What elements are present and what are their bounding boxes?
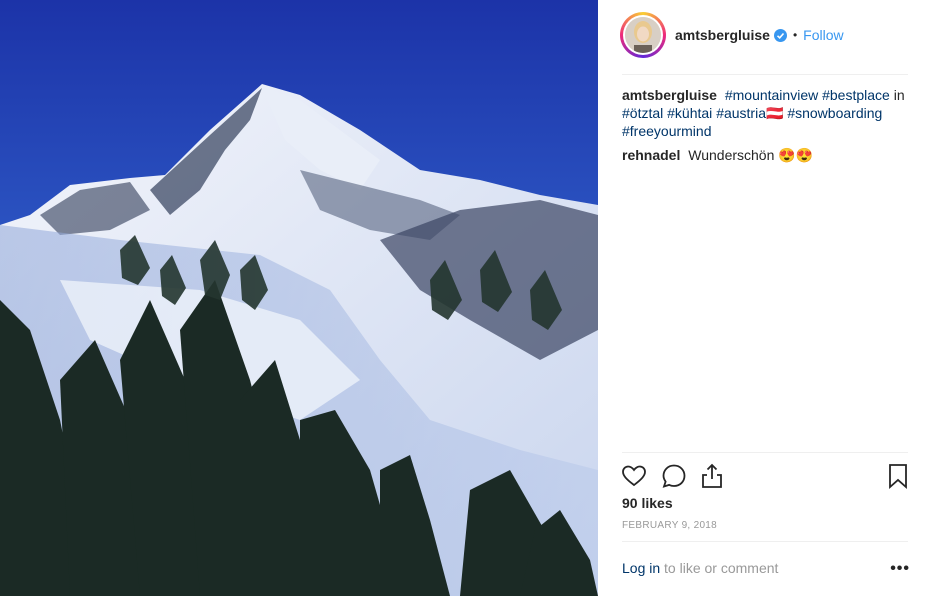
likes-count[interactable]: 90 likes: [622, 495, 673, 511]
hashtag-link[interactable]: #freeyourmind: [622, 123, 712, 139]
hashtag-link[interactable]: #mountainview: [725, 87, 818, 103]
comment-text: Wunderschön 😍😍: [688, 147, 814, 163]
comment-item: rehnadel Wunderschön 😍😍: [622, 146, 912, 164]
actions-divider: [622, 452, 908, 453]
avatar: [625, 17, 661, 53]
more-options-icon[interactable]: •••: [890, 560, 910, 578]
comments-list: amtsbergluise #mountainview #bestplace i…: [622, 86, 912, 170]
bookmark-icon[interactable]: [884, 462, 912, 490]
profile-photo-icon: [625, 17, 661, 53]
share-icon[interactable]: [698, 462, 726, 490]
comment-username[interactable]: rehnadel: [622, 147, 680, 163]
caption-username[interactable]: amtsbergluise: [622, 87, 717, 103]
verified-badge-icon: [773, 28, 787, 42]
hashtag-link[interactable]: #kühtai: [667, 105, 712, 121]
login-link[interactable]: Log in: [622, 560, 660, 576]
footer-divider: [622, 541, 908, 542]
post-date: FEBRUARY 9, 2018: [622, 520, 718, 531]
caption: amtsbergluise #mountainview #bestplace i…: [622, 86, 912, 140]
hashtag-link[interactable]: #ötztal: [622, 105, 663, 121]
follow-button[interactable]: Follow: [803, 27, 843, 43]
hashtag-link[interactable]: #austria🇦🇹: [716, 105, 783, 121]
comment-icon[interactable]: [660, 462, 688, 490]
post-panel: amtsbergluise • Follow amtsbergluise #mo…: [598, 0, 931, 596]
caption-text: in: [893, 87, 905, 103]
post-photo[interactable]: [0, 0, 598, 596]
hashtag-link[interactable]: #bestplace: [822, 87, 890, 103]
hashtag-link[interactable]: #snowboarding: [787, 105, 882, 121]
post-username[interactable]: amtsbergluise: [675, 27, 770, 43]
login-prompt-text: to like or comment: [664, 560, 779, 576]
login-prompt: Log in to like or comment •••: [622, 560, 912, 580]
header-divider: [622, 74, 908, 75]
heart-icon[interactable]: [620, 462, 648, 490]
mountain-image: [0, 0, 598, 596]
action-bar: [620, 460, 912, 492]
avatar-ring[interactable]: [620, 12, 666, 58]
post-header: amtsbergluise • Follow: [620, 12, 908, 58]
separator-dot: •: [792, 28, 798, 42]
